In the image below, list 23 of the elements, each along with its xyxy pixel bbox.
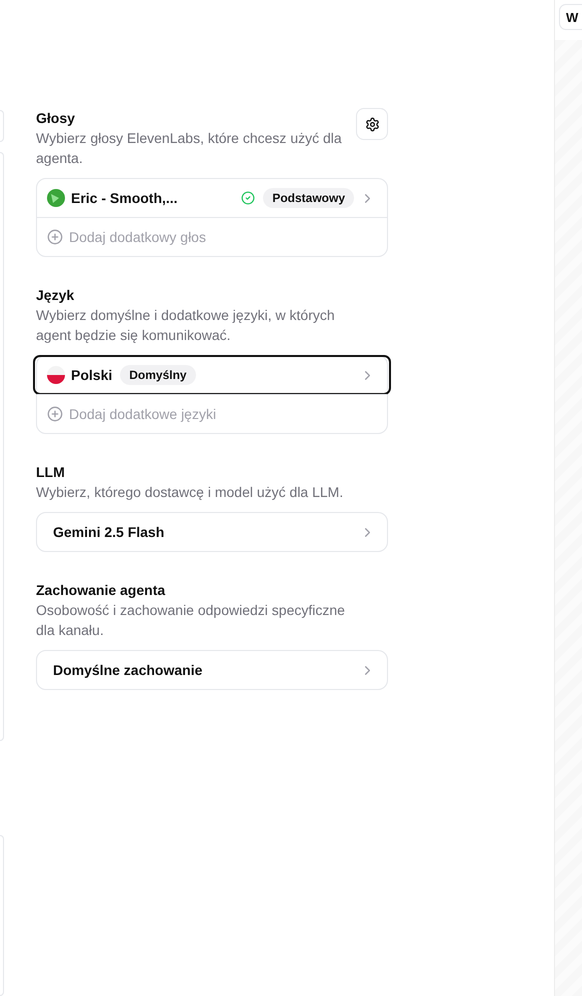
settings-icon — [364, 116, 380, 132]
top-button[interactable]: W — [559, 4, 582, 30]
section-description: Wybierz, którego dostawcę i model użyć dla LLM. — [36, 483, 344, 502]
item-name: Eric - Smooth,... — [71, 190, 178, 206]
list-item[interactable]: Polski Domyślny — [34, 356, 390, 394]
item-name: Polski — [71, 367, 112, 383]
flag-icon — [47, 366, 65, 384]
item-badge: Podstawowy — [263, 188, 354, 208]
section-title: Głosy — [36, 109, 76, 128]
section-title: Język — [36, 286, 76, 305]
settings-button[interactable] — [356, 108, 388, 140]
select-field[interactable]: Gemini 2.5 Flash — [36, 512, 388, 552]
section-description: Wybierz głosy ElevenLabs, które chcesz użyć dla agenta. — [36, 129, 343, 168]
section-title: LLM — [36, 463, 66, 482]
section-title: Zachowanie agenta — [36, 581, 166, 600]
plus-icon — [47, 229, 63, 245]
list-item[interactable]: Eric - Smooth,... Podstawowy — [37, 179, 387, 217]
item-badge: Domyślny — [120, 365, 196, 385]
avatar-icon — [47, 189, 65, 207]
section-description: Wybierz domyślne i dodatkowe języki, w których agent będzie się komunikować. — [36, 306, 336, 345]
section-description: Osobowość i zachowanie odpowiedzi specyficzne dla kanału. — [36, 601, 346, 640]
plus-icon — [47, 406, 63, 422]
select-field[interactable]: Domyślne zachowanie — [36, 650, 388, 690]
